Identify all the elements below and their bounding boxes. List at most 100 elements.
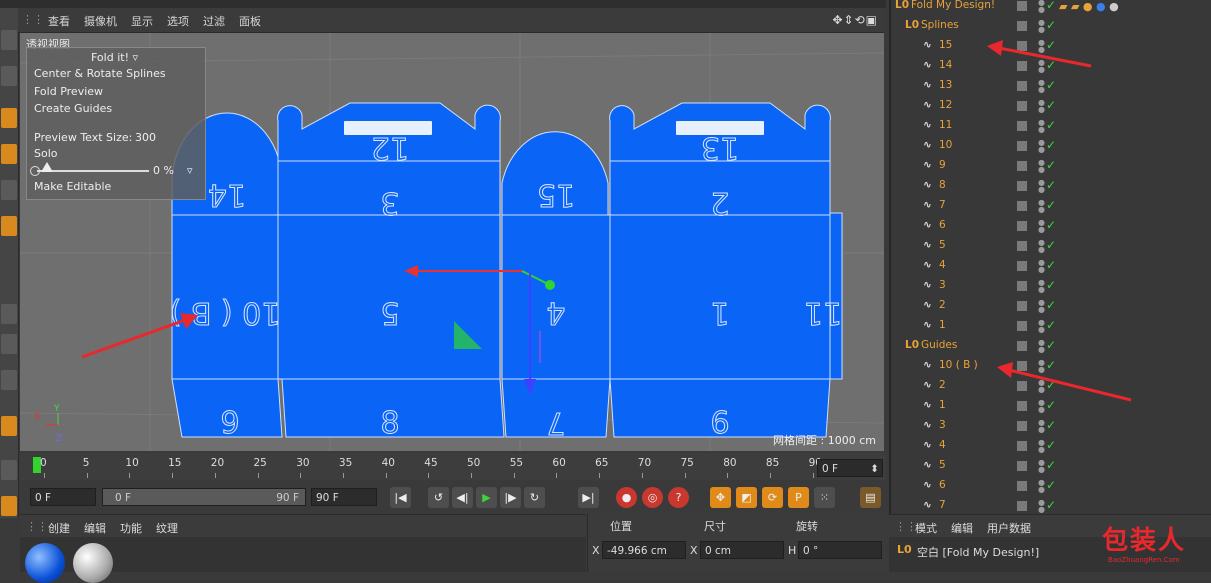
viewport-nav-icons[interactable]: ✥⇕⟲▣ <box>832 13 878 27</box>
svg-text:X: X <box>34 412 40 422</box>
fold-percent-value: 0 % <box>153 164 174 177</box>
timeline-ruler[interactable]: 0 5 10 15 20 25 30 35 40 45 50 55 60 65 70 75 80 85 90 <box>20 453 886 480</box>
label-15: 15 <box>537 177 575 212</box>
current-frame-field[interactable]: 0 F ⬍ <box>817 459 883 477</box>
layer-icons[interactable]: ▰ ▰ ● ● ● <box>1059 0 1149 14</box>
object-manager: L0 Fold My Design! ● ● ✓ L0 Splines ● ● ✓ ∿ 15 ● ● ✓ ∿ 1… <box>889 0 1211 514</box>
fold-it-title[interactable]: Fold it! ▿ <box>91 51 138 64</box>
range-slider[interactable]: 0 F 90 F <box>102 488 306 506</box>
coordinates-panel: 位置 尺寸 旋转 X -49.966 cm X 0 cm H 0 ° <box>587 514 887 572</box>
size-x-field[interactable]: 0 cm <box>700 541 784 559</box>
play-icon[interactable]: ▶ <box>476 487 497 508</box>
menu-grip-icon: ⋮⋮ <box>22 13 44 26</box>
label-11: 11 <box>804 295 842 330</box>
timeline-tick-mark <box>641 473 643 478</box>
tool-checker-icon[interactable] <box>1 108 17 128</box>
timeline-tick-mark <box>812 473 814 478</box>
go-end-icon[interactable]: ▶| <box>578 487 599 508</box>
label-5: 5 <box>380 295 399 330</box>
tool-cube-icon[interactable] <box>1 30 17 50</box>
help-key-icon[interactable]: ? <box>668 487 689 508</box>
autokey-icon[interactable]: ◎ <box>642 487 663 508</box>
tool-mouse-icon[interactable] <box>1 334 17 354</box>
label-1: 1 <box>710 295 729 330</box>
timeline-tick-mark <box>727 473 729 478</box>
tool-points-icon[interactable] <box>1 66 17 86</box>
pla-key-icon[interactable]: ⁙ <box>814 487 835 508</box>
tool-magnet-icon[interactable] <box>1 416 17 436</box>
material-gray-swatch[interactable] <box>73 543 113 583</box>
watermark-logo: 包装人 <box>1102 526 1187 556</box>
fold-preview-button[interactable]: Fold Preview <box>34 85 103 98</box>
timeline-tick-mark <box>471 473 472 478</box>
tool-workplane-icon[interactable] <box>1 496 17 516</box>
tool-arrow-icon[interactable] <box>1 304 17 324</box>
timeline-tick-label: 55 <box>509 457 524 469</box>
fold-slider-knob[interactable] <box>41 162 53 172</box>
material-menu-edit[interactable]: 编辑 <box>84 520 106 536</box>
attributes-object-label: 空白 [Fold My Design!] <box>917 546 1040 559</box>
fold-slider-track[interactable] <box>37 170 149 172</box>
timeline-tick-mark <box>172 473 174 478</box>
material-menu-texture[interactable]: 纹理 <box>156 520 178 536</box>
menu-view[interactable]: 查看 <box>48 13 70 29</box>
material-menu-function[interactable]: 功能 <box>120 520 142 536</box>
attr-menu-userdata[interactable]: 用户数据 <box>987 520 1031 536</box>
make-editable-button[interactable]: Make Editable <box>34 180 111 193</box>
timeline-tick-label: 60 <box>552 457 566 469</box>
create-guides-button[interactable]: Create Guides <box>34 102 112 115</box>
timeline-tick-mark <box>684 473 686 478</box>
tool-box-icon[interactable] <box>1 180 17 200</box>
tool-grid-icon[interactable] <box>1 144 17 164</box>
center-rotate-splines-button[interactable]: Center & Rotate Splines <box>34 67 166 80</box>
solo-toggle[interactable]: Solo <box>34 147 58 160</box>
material-blue-swatch[interactable] <box>25 543 65 583</box>
scale-key-icon[interactable]: ◩ <box>736 487 757 508</box>
grid-spacing-readout: 网格间距 : 1000 cm <box>773 434 876 447</box>
tool-lock-icon[interactable] <box>1 460 17 480</box>
prev-key-icon[interactable]: ↺ <box>428 487 449 508</box>
timeline-tick-mark <box>342 473 344 478</box>
end-frame-field[interactable]: 90 F <box>311 488 377 506</box>
menu-display[interactable]: 显示 <box>131 13 153 29</box>
rotate-key-icon[interactable]: ⟳ <box>762 487 783 508</box>
label-13: 13 <box>701 130 739 165</box>
attr-menu-mode[interactable]: 模式 <box>915 520 937 536</box>
menu-camera[interactable]: 摄像机 <box>84 13 117 29</box>
label-2: 2 <box>710 185 729 220</box>
start-frame-field[interactable]: 0 F <box>30 488 96 506</box>
param-key-icon[interactable]: P <box>788 487 809 508</box>
step-forward-icon[interactable]: |▶ <box>500 487 521 508</box>
timeline-tick-mark <box>513 473 515 478</box>
menu-filter[interactable]: 过滤 <box>203 13 225 29</box>
tool-object-icon[interactable] <box>1 216 17 236</box>
h-label: H <box>788 544 797 557</box>
chevron-down-icon[interactable]: ▿ <box>187 164 193 177</box>
attr-menu-edit[interactable]: 编辑 <box>951 520 973 536</box>
material-menu-create[interactable]: 创建 <box>48 520 70 536</box>
timeline-tick-mark <box>86 473 88 478</box>
fold-it-panel: Fold it! ▿ Center & Rotate Splines Fold … <box>26 47 206 200</box>
label-6: 6 <box>710 406 729 441</box>
annotation-arrows <box>987 40 1132 402</box>
coord-rotation-header: 旋转 <box>796 520 818 533</box>
timeline-tick-mark <box>129 473 131 478</box>
menu-options[interactable]: 选项 <box>167 13 189 29</box>
next-key-icon[interactable]: ↻ <box>524 487 545 508</box>
preview-text-size-value[interactable]: 300 <box>135 131 156 144</box>
tool-snap-icon[interactable] <box>1 370 17 390</box>
label-8: 8 <box>380 406 399 441</box>
label-9: 9 <box>220 406 239 441</box>
timeline-tick-label: 50 <box>467 457 481 469</box>
rotation-h-field[interactable]: 0 ° <box>798 541 882 559</box>
menu-panel[interactable]: 面板 <box>239 13 261 29</box>
film-icon[interactable]: ▤ <box>860 487 881 508</box>
timeline-tick-label: 75 <box>680 457 694 469</box>
watermark-url: BaoZhuangRen.Com <box>1108 556 1180 564</box>
position-x-field[interactable]: -49.966 cm <box>602 541 686 559</box>
record-icon[interactable]: ● <box>616 487 637 508</box>
step-back-icon[interactable]: ◀| <box>452 487 473 508</box>
move-key-icon[interactable]: ✥ <box>710 487 731 508</box>
go-start-icon[interactable]: |◀ <box>390 487 411 508</box>
timeline-tick-mark <box>44 473 45 478</box>
